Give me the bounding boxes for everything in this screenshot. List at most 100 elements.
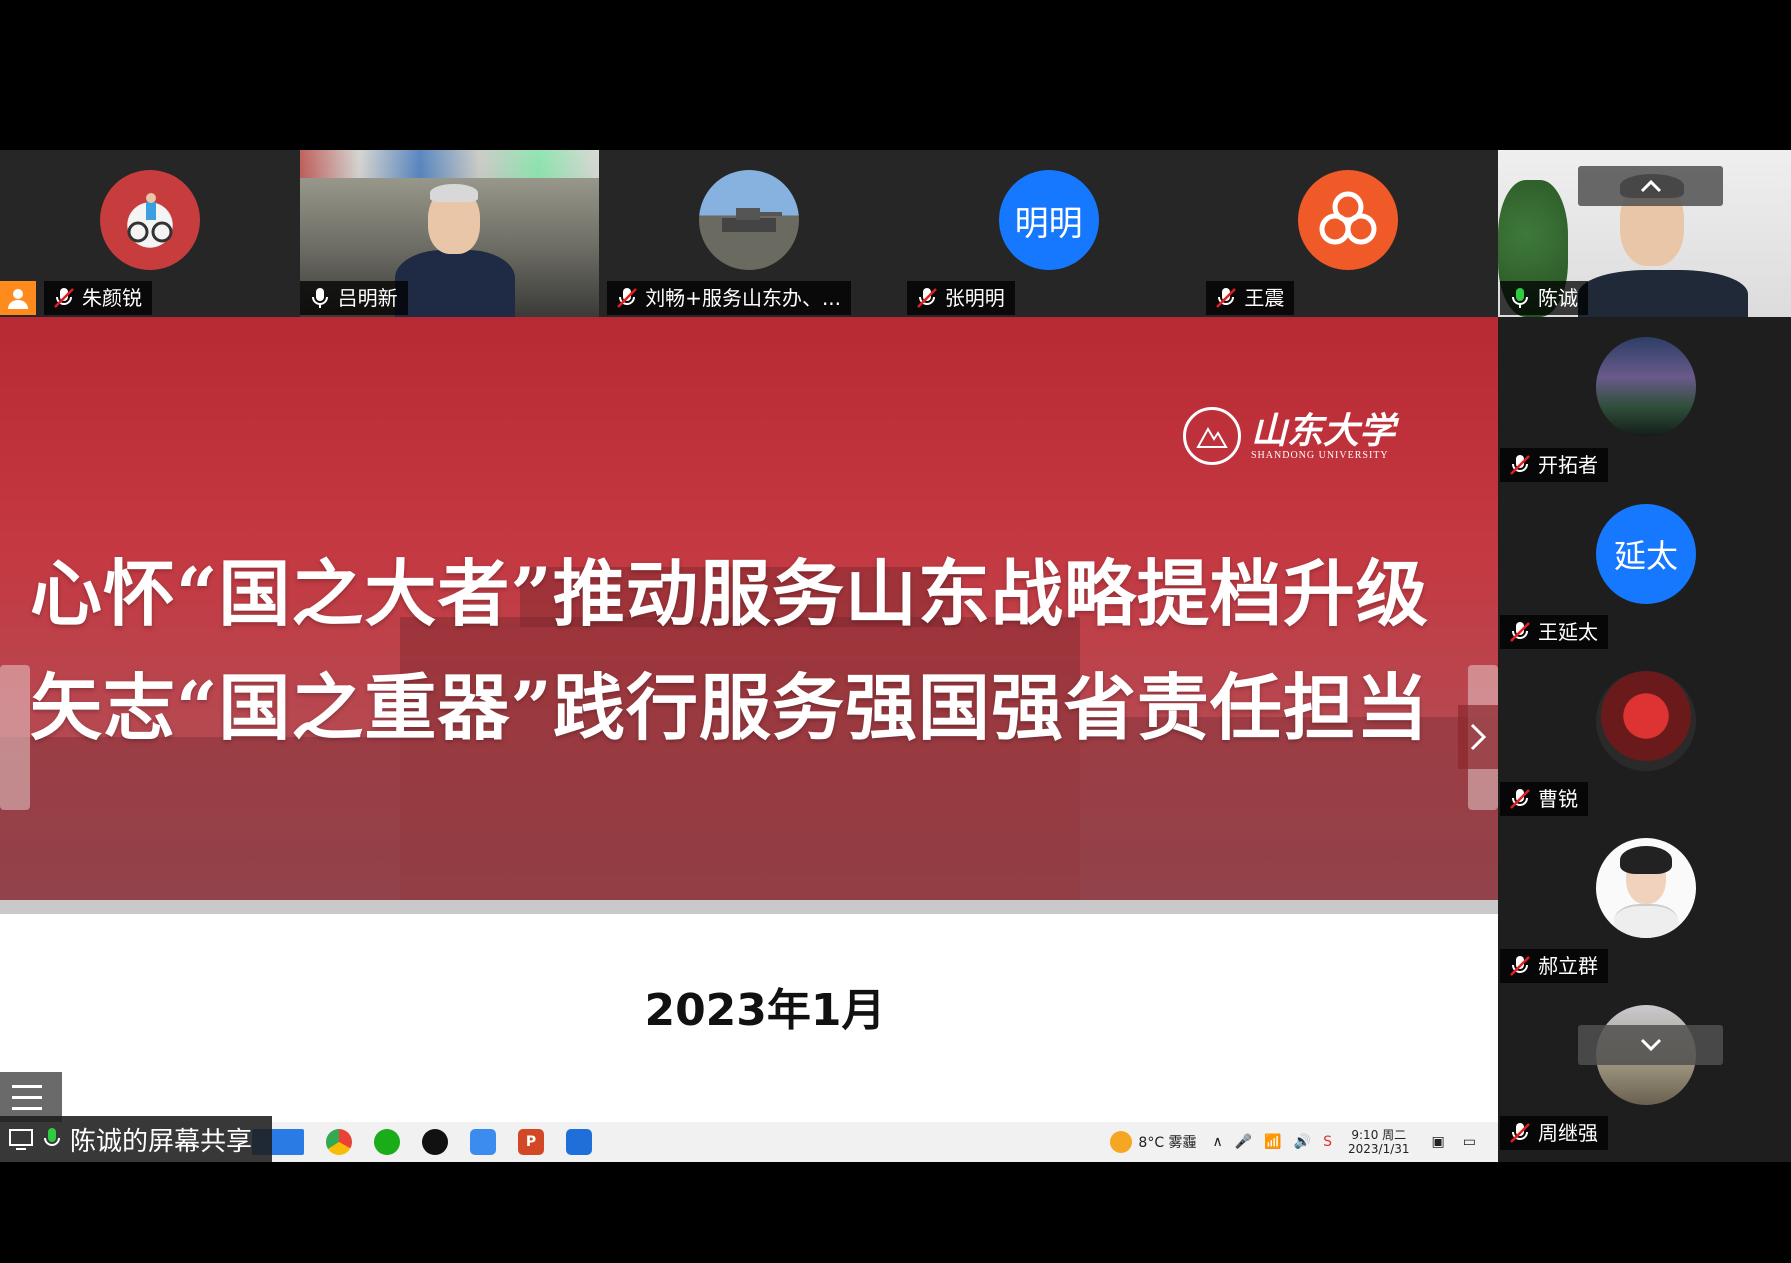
browser-icon[interactable] — [326, 1129, 352, 1155]
slide-title-line-2: 矢志“国之重器”践行服务强国强省责任担当 — [30, 665, 1429, 750]
participant-tile-4[interactable]: 明明 张明明 — [898, 150, 1199, 317]
participant-tile-2[interactable]: 吕明新 — [299, 150, 600, 317]
university-logo: 山东大学 SHANDONG UNIVERSITY — [1183, 407, 1395, 465]
participant-avatar — [99, 170, 200, 270]
taskbar-clock[interactable]: 9:10 周二 2023/1/31 — [1348, 1128, 1410, 1156]
participant-name: 王延太 — [1538, 620, 1598, 644]
participant-avatar — [1596, 337, 1696, 437]
screen-icon — [9, 1129, 33, 1150]
participant-name-tag: 王延太 — [1500, 615, 1608, 649]
participant-name: 曹锐 — [1538, 787, 1578, 811]
screen-share-banner: 陈诚的屏幕共享 — [0, 1116, 272, 1162]
participant-name: 王震 — [1244, 286, 1285, 310]
slide-divider — [0, 900, 1498, 914]
meeting-app-icon[interactable] — [566, 1129, 592, 1155]
mic-muted-icon — [1510, 956, 1530, 976]
chevron-down-icon — [1640, 1038, 1661, 1052]
participant-name: 张明明 — [944, 286, 1005, 310]
mic-muted-icon — [617, 288, 638, 308]
scroll-up-button[interactable] — [1578, 166, 1723, 206]
scroll-down-button[interactable] — [1578, 1025, 1723, 1065]
participant-tile-side-2[interactable]: 开拓者 — [1498, 317, 1791, 484]
participant-name-tag: 吕明新 — [299, 281, 408, 315]
mic-muted-icon — [1510, 622, 1530, 642]
feishu-icon[interactable] — [470, 1129, 496, 1155]
mic-active-icon — [44, 1128, 60, 1146]
powerpoint-icon[interactable]: P — [518, 1129, 544, 1155]
chevron-up-icon — [1640, 179, 1661, 193]
participant-name-tag: 曹锐 — [1500, 782, 1588, 816]
next-slide-button[interactable] — [1458, 705, 1498, 769]
clock-date: 2023/1/31 — [1348, 1142, 1410, 1156]
participant-avatar — [698, 170, 799, 270]
volume-icon[interactable]: 🔊 — [1294, 1134, 1311, 1150]
participant-tile-side-6[interactable]: 周继强 — [1498, 985, 1791, 1152]
participant-avatar — [1596, 671, 1696, 771]
chevron-right-icon — [1470, 723, 1487, 751]
mic-muted-icon — [916, 288, 937, 308]
weather-text: 8°C 雾霾 — [1138, 1135, 1197, 1151]
participant-tile-1[interactable]: 朱颜锐 — [0, 150, 300, 317]
participant-strip: 朱颜锐 吕明新 刘畅+服务山东办、... 明明 张明明 王震 — [0, 150, 1498, 317]
participant-name: 郝立群 — [1538, 954, 1598, 978]
university-seal-icon — [1183, 407, 1241, 465]
participant-name: 开拓者 — [1538, 453, 1598, 477]
mic-muted-icon — [1510, 789, 1530, 809]
top-black-bar — [0, 0, 1791, 150]
qq-penguin-icon[interactable] — [422, 1129, 448, 1155]
logo-chinese-name: 山东大学 — [1251, 409, 1396, 452]
knot-logo-icon — [1319, 191, 1377, 245]
bottom-black-bar — [0, 1162, 1791, 1263]
participant-name-tag: 刘畅+服务山东办、... — [607, 281, 852, 315]
participant-sidebar: 陈诚 开拓者 延太 王延太 曹锐 郝立群 周继强 — [1498, 150, 1791, 1162]
mic-muted-icon — [54, 288, 74, 308]
participant-name-tag: 王震 — [1206, 281, 1295, 315]
menu-line — [12, 1084, 42, 1088]
mic-active-icon — [1512, 288, 1528, 308]
participant-tile-side-4[interactable]: 曹锐 — [1498, 651, 1791, 818]
participant-name: 吕明新 — [337, 286, 398, 310]
participant-tile-side-3[interactable]: 延太 王延太 — [1498, 484, 1791, 651]
share-banner-text: 陈诚的屏幕共享 — [70, 1126, 253, 1157]
participant-name-tag: 陈诚 — [1500, 281, 1588, 315]
participant-name-tag: 郝立群 — [1500, 949, 1608, 983]
menu-line — [12, 1106, 42, 1110]
system-tray: 8°C 雾霾 ∧ 🎤 📶 🔊 S 9:10 周二 2023/1/31 ▣ ▭ — [1110, 1122, 1476, 1162]
mic-muted-icon — [1510, 455, 1530, 475]
participant-name-tag: 开拓者 — [1500, 448, 1608, 482]
slide-date: 2023年1月 — [644, 985, 886, 1036]
logo-english-name: SHANDONG UNIVERSITY — [1251, 449, 1389, 461]
child-bicycle-icon — [127, 193, 173, 243]
weather-icon — [1110, 1131, 1133, 1153]
participant-text-avatar: 延太 — [1596, 504, 1696, 604]
participant-tile-side-5[interactable]: 郝立群 — [1498, 818, 1791, 985]
input-method-icon[interactable]: S — [1323, 1134, 1332, 1150]
tray-chevron-icon[interactable]: ∧ — [1213, 1134, 1223, 1150]
user-icon — [0, 281, 36, 315]
mic-muted-icon — [1216, 288, 1237, 308]
menu-line — [12, 1095, 42, 1099]
participant-name: 朱颜锐 — [82, 286, 142, 310]
participant-avatar — [1298, 170, 1399, 270]
participant-tile-side-1[interactable]: 陈诚 — [1498, 150, 1791, 330]
notification-icon[interactable]: ▭ — [1463, 1134, 1476, 1150]
participant-name: 周继强 — [1538, 1121, 1598, 1145]
tank-icon — [721, 208, 782, 232]
participant-name: 陈诚 — [1538, 286, 1578, 310]
participant-tile-3[interactable]: 刘畅+服务山东办、... — [599, 150, 899, 317]
clock-time: 9:10 周二 — [1351, 1128, 1407, 1142]
network-icon[interactable]: 📶 — [1264, 1134, 1281, 1150]
participant-avatar — [1596, 838, 1696, 938]
menu-button[interactable] — [0, 1072, 62, 1122]
participant-name-tag: 周继强 — [1500, 1116, 1608, 1150]
microphone-tray-icon[interactable]: 🎤 — [1235, 1134, 1252, 1150]
participant-tile-5[interactable]: 王震 — [1198, 150, 1498, 317]
participant-name: 刘畅+服务山东办、... — [645, 286, 842, 310]
participant-text-avatar: 明明 — [998, 170, 1099, 270]
slide-prev-handle[interactable] — [0, 665, 30, 810]
wechat-icon[interactable] — [374, 1129, 400, 1155]
show-desktop-icon[interactable]: ▣ — [1432, 1134, 1445, 1150]
participant-name-tag: 张明明 — [906, 281, 1015, 315]
mic-on-icon — [311, 288, 328, 308]
mic-muted-icon — [1510, 1123, 1530, 1143]
